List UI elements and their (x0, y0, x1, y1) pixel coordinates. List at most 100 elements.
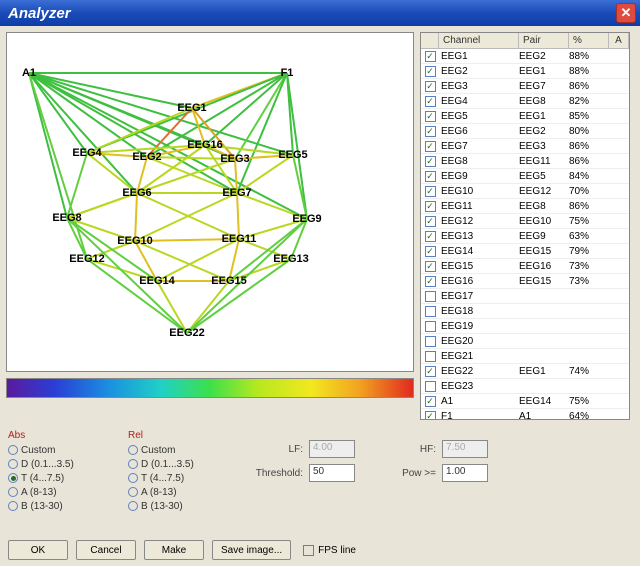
row-checkbox[interactable] (425, 321, 436, 332)
table-row[interactable]: ✓EEG14EEG1579% (421, 244, 629, 259)
row-checkbox[interactable]: ✓ (425, 201, 436, 212)
hf-input[interactable]: 7.50 (442, 440, 488, 458)
table-row[interactable]: ✓EEG15EEG1673% (421, 259, 629, 274)
row-channel: EEG12 (439, 216, 519, 227)
table-row[interactable]: ✓EEG22EEG174% (421, 364, 629, 379)
row-percent: 75% (569, 216, 609, 227)
graph-edge (205, 73, 287, 145)
radio-option[interactable]: Custom (128, 443, 218, 457)
close-button[interactable]: ✕ (616, 3, 636, 23)
table-row[interactable]: EEG17 (421, 289, 629, 304)
table-row[interactable]: ✓EEG1EEG288% (421, 49, 629, 64)
radio-option[interactable]: A (8-13) (8, 485, 98, 499)
title-bar: Analyzer ✕ (0, 0, 640, 26)
hf-label: HF: (381, 444, 436, 455)
row-channel: EEG18 (439, 306, 519, 317)
graph-edge (157, 281, 187, 333)
graph-edge (87, 153, 137, 193)
cancel-button[interactable]: Cancel (76, 540, 136, 560)
row-checkbox[interactable]: ✓ (425, 141, 436, 152)
table-row[interactable]: ✓EEG11EEG886% (421, 199, 629, 214)
graph-edge (147, 73, 287, 157)
row-checkbox[interactable]: ✓ (425, 246, 436, 257)
row-checkbox[interactable]: ✓ (425, 396, 436, 407)
row-checkbox[interactable]: ✓ (425, 231, 436, 242)
table-row[interactable]: ✓EEG5EEG185% (421, 109, 629, 124)
row-checkbox[interactable] (425, 291, 436, 302)
row-checkbox[interactable]: ✓ (425, 186, 436, 197)
row-checkbox[interactable]: ✓ (425, 366, 436, 377)
radio-option[interactable]: D (0.1...3.5) (8, 457, 98, 471)
row-pair: EEG15 (519, 276, 569, 287)
table-row[interactable]: EEG23 (421, 379, 629, 394)
fps-checkbox[interactable] (303, 545, 314, 556)
row-checkbox[interactable]: ✓ (425, 171, 436, 182)
row-checkbox[interactable] (425, 336, 436, 347)
col-percent[interactable]: % (569, 33, 609, 48)
row-checkbox[interactable]: ✓ (425, 216, 436, 227)
row-pair: EEG5 (519, 171, 569, 182)
table-row[interactable]: ✓EEG3EEG786% (421, 79, 629, 94)
radio-option[interactable]: B (13-30) (128, 499, 218, 513)
table-row[interactable]: ✓EEG6EEG280% (421, 124, 629, 139)
row-checkbox[interactable]: ✓ (425, 81, 436, 92)
row-channel: EEG8 (439, 156, 519, 167)
row-percent: 86% (569, 156, 609, 167)
table-row[interactable]: EEG21 (421, 349, 629, 364)
col-a[interactable]: A (609, 33, 629, 48)
row-checkbox[interactable]: ✓ (425, 96, 436, 107)
row-checkbox[interactable]: ✓ (425, 111, 436, 122)
radio-option[interactable]: T (4...7.5) (8, 471, 98, 485)
radio-label: T (4...7.5) (21, 473, 64, 484)
row-pair: EEG10 (519, 216, 569, 227)
row-checkbox[interactable]: ✓ (425, 126, 436, 137)
make-button[interactable]: Make (144, 540, 204, 560)
row-checkbox[interactable] (425, 381, 436, 392)
save-image-button[interactable]: Save image... (212, 540, 291, 560)
graph-edge (235, 159, 237, 193)
table-row[interactable]: ✓EEG16EEG1573% (421, 274, 629, 289)
row-checkbox[interactable]: ✓ (425, 276, 436, 287)
radio-icon (8, 487, 18, 497)
radio-label: D (0.1...3.5) (141, 459, 194, 470)
row-checkbox[interactable] (425, 351, 436, 362)
table-row[interactable]: ✓EEG8EEG1186% (421, 154, 629, 169)
table-row[interactable]: EEG20 (421, 334, 629, 349)
col-channel[interactable]: Channel (439, 33, 519, 48)
radio-label: T (4...7.5) (141, 473, 184, 484)
lf-input[interactable]: 4.00 (309, 440, 355, 458)
row-checkbox[interactable]: ✓ (425, 411, 436, 420)
table-row[interactable]: ✓F1A164% (421, 409, 629, 419)
ok-button[interactable]: OK (8, 540, 68, 560)
table-row[interactable]: ✓EEG2EEG188% (421, 64, 629, 79)
row-checkbox[interactable] (425, 306, 436, 317)
radio-label: D (0.1...3.5) (21, 459, 74, 470)
table-row[interactable]: ✓EEG9EEG584% (421, 169, 629, 184)
radio-option[interactable]: B (13-30) (8, 499, 98, 513)
table-row[interactable]: EEG18 (421, 304, 629, 319)
col-pair[interactable]: Pair (519, 33, 569, 48)
table-row[interactable]: ✓EEG12EEG1075% (421, 214, 629, 229)
row-pair: EEG3 (519, 141, 569, 152)
radio-option[interactable]: A (8-13) (128, 485, 218, 499)
radio-option[interactable]: T (4...7.5) (128, 471, 218, 485)
threshold-input[interactable]: 50 (309, 464, 355, 482)
radio-icon (128, 487, 138, 497)
graph-edge (235, 155, 293, 159)
row-checkbox[interactable]: ✓ (425, 51, 436, 62)
row-checkbox[interactable]: ✓ (425, 261, 436, 272)
table-row[interactable]: ✓EEG7EEG386% (421, 139, 629, 154)
row-channel: EEG19 (439, 321, 519, 332)
table-row[interactable]: ✓EEG4EEG882% (421, 94, 629, 109)
table-row[interactable]: ✓EEG10EEG1270% (421, 184, 629, 199)
graph-edge (237, 193, 307, 219)
row-percent: 73% (569, 276, 609, 287)
row-checkbox[interactable]: ✓ (425, 156, 436, 167)
table-row[interactable]: ✓EEG13EEG963% (421, 229, 629, 244)
table-row[interactable]: EEG19 (421, 319, 629, 334)
table-row[interactable]: ✓A1EEG1475% (421, 394, 629, 409)
power-input[interactable]: 1.00 (442, 464, 488, 482)
radio-option[interactable]: D (0.1...3.5) (128, 457, 218, 471)
radio-option[interactable]: Custom (8, 443, 98, 457)
row-checkbox[interactable]: ✓ (425, 66, 436, 77)
